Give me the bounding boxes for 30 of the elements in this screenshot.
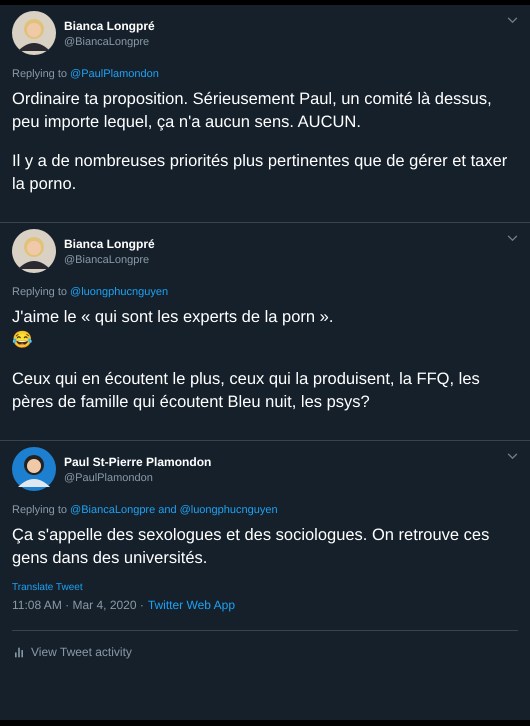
timestamp: 11:08 AM · Mar 4, 2020 · bbox=[12, 598, 144, 612]
chevron-down-icon[interactable] bbox=[507, 453, 518, 460]
avatar[interactable] bbox=[12, 229, 56, 273]
replying-label: Replying to bbox=[12, 68, 68, 80]
tweet-text: Ça s'appelle des sexologues et des sociologues. On retrouve ces gens dans des universités. bbox=[12, 525, 490, 569]
replying-label: Replying to bbox=[12, 286, 68, 298]
user-name[interactable]: Bianca Longpré bbox=[64, 236, 499, 250]
translate-link[interactable]: Translate Tweet bbox=[12, 582, 518, 593]
chevron-down-icon[interactable] bbox=[507, 17, 518, 24]
tweet-text: J'aime le « qui sont les experts de la porn ». 😂 bbox=[12, 307, 334, 351]
replying-label: Replying to bbox=[12, 504, 68, 516]
avatar[interactable] bbox=[12, 11, 56, 55]
mention-link[interactable]: @BiancaLongpre bbox=[70, 504, 156, 516]
user-name[interactable]: Bianca Longpré bbox=[64, 18, 499, 32]
tweet-text: Ceux qui en écoutent le plus, ceux qui la produisent, la FFQ, les pères de famille qui écoutent Bleu nuit, les psys? bbox=[12, 369, 481, 413]
avatar[interactable] bbox=[12, 447, 56, 491]
user-handle[interactable]: @BiancaLongpre bbox=[64, 36, 499, 48]
mention-link[interactable]: @luongphucnguyen bbox=[70, 286, 168, 298]
user-handle[interactable]: @PaulPlamondon bbox=[64, 472, 499, 484]
activity-link[interactable]: View Tweet activity bbox=[12, 631, 518, 659]
tweet-text: Ordinaire ta proposition. Sérieusement Paul, un comité là dessus, peu importe lequel, ça n'a aucun sens. AUCUN. bbox=[12, 89, 493, 133]
mention-link[interactable]: @PaulPlamondon bbox=[70, 68, 159, 80]
source-link[interactable]: Twitter Web App bbox=[148, 598, 235, 612]
mention-link[interactable]: @luongphucnguyen bbox=[180, 504, 278, 516]
chevron-down-icon[interactable] bbox=[507, 235, 518, 242]
tweet-text: Il y a de nombreuses priorités plus pertinentes que de gérer et taxer la porno. bbox=[12, 151, 508, 195]
user-name[interactable]: Paul St-Pierre Plamondon bbox=[64, 454, 499, 468]
joiner-text: and bbox=[158, 504, 177, 516]
user-handle[interactable]: @BiancaLongpre bbox=[64, 254, 499, 266]
bar-chart-icon bbox=[15, 646, 23, 658]
